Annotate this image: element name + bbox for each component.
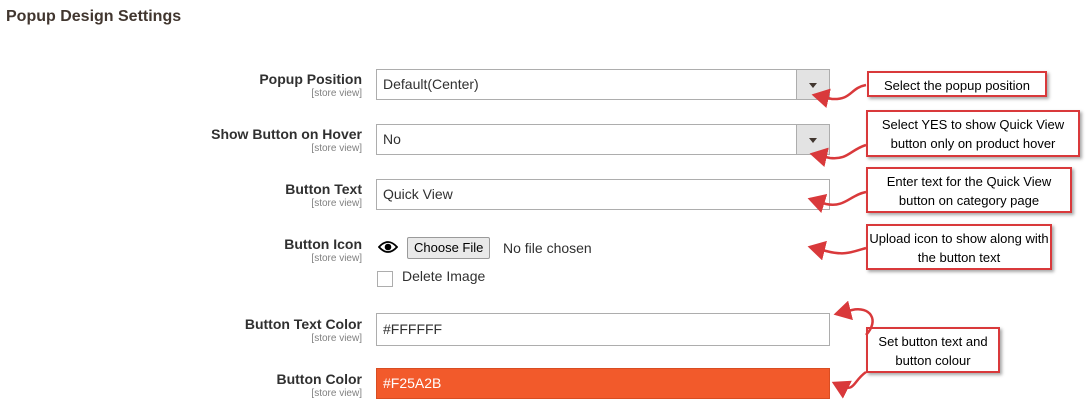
note-button-icon: Upload icon to show along with the butto… [866,224,1052,270]
button-color-label: Button Color [276,371,362,387]
button-text-label-block: Button Text [store view] [285,181,362,210]
button-text-input[interactable]: Quick View [376,179,830,210]
button-color-label-block: Button Color [store view] [276,371,362,400]
note-show-on-hover: Select YES to show Quick View button onl… [866,110,1080,157]
chevron-down-icon[interactable] [796,125,829,154]
popup-position-select[interactable]: Default(Center) [376,69,830,100]
popup-position-label-block: Popup Position [store view] [259,71,362,100]
choose-file-button[interactable]: Choose File [407,237,491,259]
text-color-value: #FFFFFF [383,321,443,337]
text-color-input[interactable]: #FFFFFF [376,313,830,346]
text-color-label: Button Text Color [244,316,362,332]
scope-label: [store view] [311,333,362,344]
show-hover-label-block: Show Button on Hover [store view] [211,126,362,155]
popup-position-label: Popup Position [259,71,362,87]
note-button-text: Enter text for the Quick View button on … [866,167,1072,213]
delete-image-label[interactable]: Delete Image [402,268,485,284]
delete-image-checkbox[interactable] [377,271,393,287]
scope-label: [store view] [311,388,362,399]
button-color-value: #F25A2B [383,375,442,391]
no-file-chosen-text: No file chosen [503,240,592,256]
button-color-input[interactable]: #F25A2B [376,368,830,399]
scope-label: [store view] [311,198,362,209]
text-color-label-block: Button Text Color [store view] [245,316,362,345]
show-hover-label: Show Button on Hover [211,126,362,142]
eye-icon[interactable] [378,240,398,254]
button-icon-label-block: Button Icon [store view] [284,236,362,265]
popup-position-value: Default(Center) [383,76,479,92]
button-text-label: Button Text [285,181,362,197]
show-hover-select[interactable]: No [376,124,830,155]
chevron-down-icon[interactable] [796,70,829,99]
scope-label: [store view] [311,143,362,154]
note-popup-position: Select the popup position [867,71,1047,97]
scope-label: [store view] [311,88,362,99]
section-title[interactable]: Popup Design Settings [6,8,181,26]
note-colors: Set button text and button colour [866,327,1000,373]
button-icon-label: Button Icon [284,236,362,252]
scope-label: [store view] [311,253,362,264]
button-text-value: Quick View [383,186,453,202]
show-hover-value: No [383,131,401,147]
